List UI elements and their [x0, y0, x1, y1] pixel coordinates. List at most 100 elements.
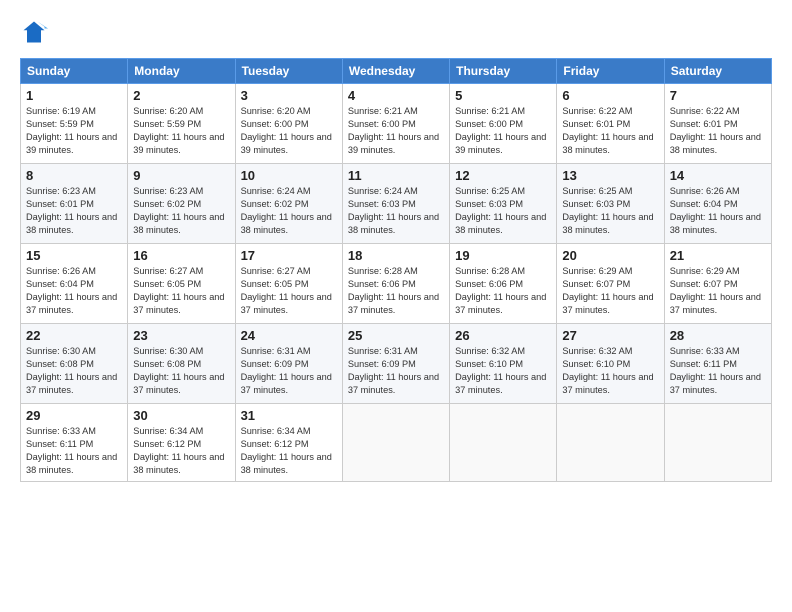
day-number: 25: [348, 328, 444, 343]
day-number: 14: [670, 168, 766, 183]
logo-icon: [20, 18, 48, 46]
calendar-cell: 20 Sunrise: 6:29 AMSunset: 6:07 PMDaylig…: [557, 244, 664, 324]
calendar-cell: 3 Sunrise: 6:20 AMSunset: 6:00 PMDayligh…: [235, 84, 342, 164]
calendar-cell: [450, 404, 557, 482]
day-info: Sunrise: 6:21 AMSunset: 6:00 PMDaylight:…: [348, 106, 439, 155]
day-info: Sunrise: 6:26 AMSunset: 6:04 PMDaylight:…: [670, 186, 761, 235]
logo: [20, 18, 52, 46]
calendar-header-saturday: Saturday: [664, 59, 771, 84]
calendar-cell: 31 Sunrise: 6:34 AMSunset: 6:12 PMDaylig…: [235, 404, 342, 482]
day-info: Sunrise: 6:29 AMSunset: 6:07 PMDaylight:…: [670, 266, 761, 315]
day-number: 6: [562, 88, 658, 103]
day-info: Sunrise: 6:24 AMSunset: 6:03 PMDaylight:…: [348, 186, 439, 235]
day-number: 26: [455, 328, 551, 343]
calendar-cell: 15 Sunrise: 6:26 AMSunset: 6:04 PMDaylig…: [21, 244, 128, 324]
day-info: Sunrise: 6:25 AMSunset: 6:03 PMDaylight:…: [562, 186, 653, 235]
day-number: 24: [241, 328, 337, 343]
day-info: Sunrise: 6:34 AMSunset: 6:12 PMDaylight:…: [241, 426, 332, 475]
day-info: Sunrise: 6:31 AMSunset: 6:09 PMDaylight:…: [241, 346, 332, 395]
calendar-cell: [557, 404, 664, 482]
day-info: Sunrise: 6:29 AMSunset: 6:07 PMDaylight:…: [562, 266, 653, 315]
day-info: Sunrise: 6:31 AMSunset: 6:09 PMDaylight:…: [348, 346, 439, 395]
day-info: Sunrise: 6:21 AMSunset: 6:00 PMDaylight:…: [455, 106, 546, 155]
day-number: 5: [455, 88, 551, 103]
day-number: 1: [26, 88, 122, 103]
day-number: 22: [26, 328, 122, 343]
day-info: Sunrise: 6:20 AMSunset: 6:00 PMDaylight:…: [241, 106, 332, 155]
calendar-cell: 28 Sunrise: 6:33 AMSunset: 6:11 PMDaylig…: [664, 324, 771, 404]
day-info: Sunrise: 6:28 AMSunset: 6:06 PMDaylight:…: [455, 266, 546, 315]
calendar-cell: 12 Sunrise: 6:25 AMSunset: 6:03 PMDaylig…: [450, 164, 557, 244]
day-info: Sunrise: 6:19 AMSunset: 5:59 PMDaylight:…: [26, 106, 117, 155]
day-number: 10: [241, 168, 337, 183]
calendar-cell: 24 Sunrise: 6:31 AMSunset: 6:09 PMDaylig…: [235, 324, 342, 404]
day-info: Sunrise: 6:30 AMSunset: 6:08 PMDaylight:…: [26, 346, 117, 395]
day-number: 2: [133, 88, 229, 103]
day-info: Sunrise: 6:23 AMSunset: 6:01 PMDaylight:…: [26, 186, 117, 235]
calendar-header-sunday: Sunday: [21, 59, 128, 84]
day-number: 13: [562, 168, 658, 183]
calendar-cell: 17 Sunrise: 6:27 AMSunset: 6:05 PMDaylig…: [235, 244, 342, 324]
calendar-header-tuesday: Tuesday: [235, 59, 342, 84]
day-number: 17: [241, 248, 337, 263]
calendar-cell: 6 Sunrise: 6:22 AMSunset: 6:01 PMDayligh…: [557, 84, 664, 164]
day-number: 12: [455, 168, 551, 183]
calendar-cell: 29 Sunrise: 6:33 AMSunset: 6:11 PMDaylig…: [21, 404, 128, 482]
day-info: Sunrise: 6:30 AMSunset: 6:08 PMDaylight:…: [133, 346, 224, 395]
day-info: Sunrise: 6:33 AMSunset: 6:11 PMDaylight:…: [670, 346, 761, 395]
calendar-cell: 27 Sunrise: 6:32 AMSunset: 6:10 PMDaylig…: [557, 324, 664, 404]
day-info: Sunrise: 6:28 AMSunset: 6:06 PMDaylight:…: [348, 266, 439, 315]
calendar-cell: 14 Sunrise: 6:26 AMSunset: 6:04 PMDaylig…: [664, 164, 771, 244]
day-number: 27: [562, 328, 658, 343]
day-info: Sunrise: 6:26 AMSunset: 6:04 PMDaylight:…: [26, 266, 117, 315]
calendar-header-row: SundayMondayTuesdayWednesdayThursdayFrid…: [21, 59, 772, 84]
calendar-cell: 22 Sunrise: 6:30 AMSunset: 6:08 PMDaylig…: [21, 324, 128, 404]
calendar-cell: [342, 404, 449, 482]
day-info: Sunrise: 6:20 AMSunset: 5:59 PMDaylight:…: [133, 106, 224, 155]
calendar-table: SundayMondayTuesdayWednesdayThursdayFrid…: [20, 58, 772, 482]
day-number: 30: [133, 408, 229, 423]
calendar-cell: 7 Sunrise: 6:22 AMSunset: 6:01 PMDayligh…: [664, 84, 771, 164]
day-info: Sunrise: 6:33 AMSunset: 6:11 PMDaylight:…: [26, 426, 117, 475]
calendar-cell: 19 Sunrise: 6:28 AMSunset: 6:06 PMDaylig…: [450, 244, 557, 324]
page: SundayMondayTuesdayWednesdayThursdayFrid…: [0, 0, 792, 612]
day-number: 18: [348, 248, 444, 263]
day-info: Sunrise: 6:25 AMSunset: 6:03 PMDaylight:…: [455, 186, 546, 235]
calendar-cell: 4 Sunrise: 6:21 AMSunset: 6:00 PMDayligh…: [342, 84, 449, 164]
calendar-cell: 30 Sunrise: 6:34 AMSunset: 6:12 PMDaylig…: [128, 404, 235, 482]
day-info: Sunrise: 6:32 AMSunset: 6:10 PMDaylight:…: [562, 346, 653, 395]
calendar-cell: 10 Sunrise: 6:24 AMSunset: 6:02 PMDaylig…: [235, 164, 342, 244]
calendar-cell: 2 Sunrise: 6:20 AMSunset: 5:59 PMDayligh…: [128, 84, 235, 164]
day-info: Sunrise: 6:27 AMSunset: 6:05 PMDaylight:…: [241, 266, 332, 315]
day-number: 20: [562, 248, 658, 263]
day-number: 21: [670, 248, 766, 263]
day-info: Sunrise: 6:32 AMSunset: 6:10 PMDaylight:…: [455, 346, 546, 395]
day-number: 11: [348, 168, 444, 183]
day-info: Sunrise: 6:22 AMSunset: 6:01 PMDaylight:…: [562, 106, 653, 155]
day-number: 9: [133, 168, 229, 183]
day-number: 15: [26, 248, 122, 263]
calendar-cell: 9 Sunrise: 6:23 AMSunset: 6:02 PMDayligh…: [128, 164, 235, 244]
day-number: 8: [26, 168, 122, 183]
calendar-cell: 11 Sunrise: 6:24 AMSunset: 6:03 PMDaylig…: [342, 164, 449, 244]
day-number: 31: [241, 408, 337, 423]
day-info: Sunrise: 6:27 AMSunset: 6:05 PMDaylight:…: [133, 266, 224, 315]
calendar-header-monday: Monday: [128, 59, 235, 84]
day-info: Sunrise: 6:23 AMSunset: 6:02 PMDaylight:…: [133, 186, 224, 235]
day-number: 23: [133, 328, 229, 343]
calendar-cell: 26 Sunrise: 6:32 AMSunset: 6:10 PMDaylig…: [450, 324, 557, 404]
calendar-header-friday: Friday: [557, 59, 664, 84]
calendar-cell: 1 Sunrise: 6:19 AMSunset: 5:59 PMDayligh…: [21, 84, 128, 164]
calendar-header-wednesday: Wednesday: [342, 59, 449, 84]
calendar-cell: 21 Sunrise: 6:29 AMSunset: 6:07 PMDaylig…: [664, 244, 771, 324]
calendar-cell: 25 Sunrise: 6:31 AMSunset: 6:09 PMDaylig…: [342, 324, 449, 404]
day-info: Sunrise: 6:24 AMSunset: 6:02 PMDaylight:…: [241, 186, 332, 235]
calendar-cell: [664, 404, 771, 482]
day-info: Sunrise: 6:22 AMSunset: 6:01 PMDaylight:…: [670, 106, 761, 155]
calendar-cell: 8 Sunrise: 6:23 AMSunset: 6:01 PMDayligh…: [21, 164, 128, 244]
day-number: 7: [670, 88, 766, 103]
calendar-cell: 18 Sunrise: 6:28 AMSunset: 6:06 PMDaylig…: [342, 244, 449, 324]
day-number: 28: [670, 328, 766, 343]
day-info: Sunrise: 6:34 AMSunset: 6:12 PMDaylight:…: [133, 426, 224, 475]
day-number: 29: [26, 408, 122, 423]
